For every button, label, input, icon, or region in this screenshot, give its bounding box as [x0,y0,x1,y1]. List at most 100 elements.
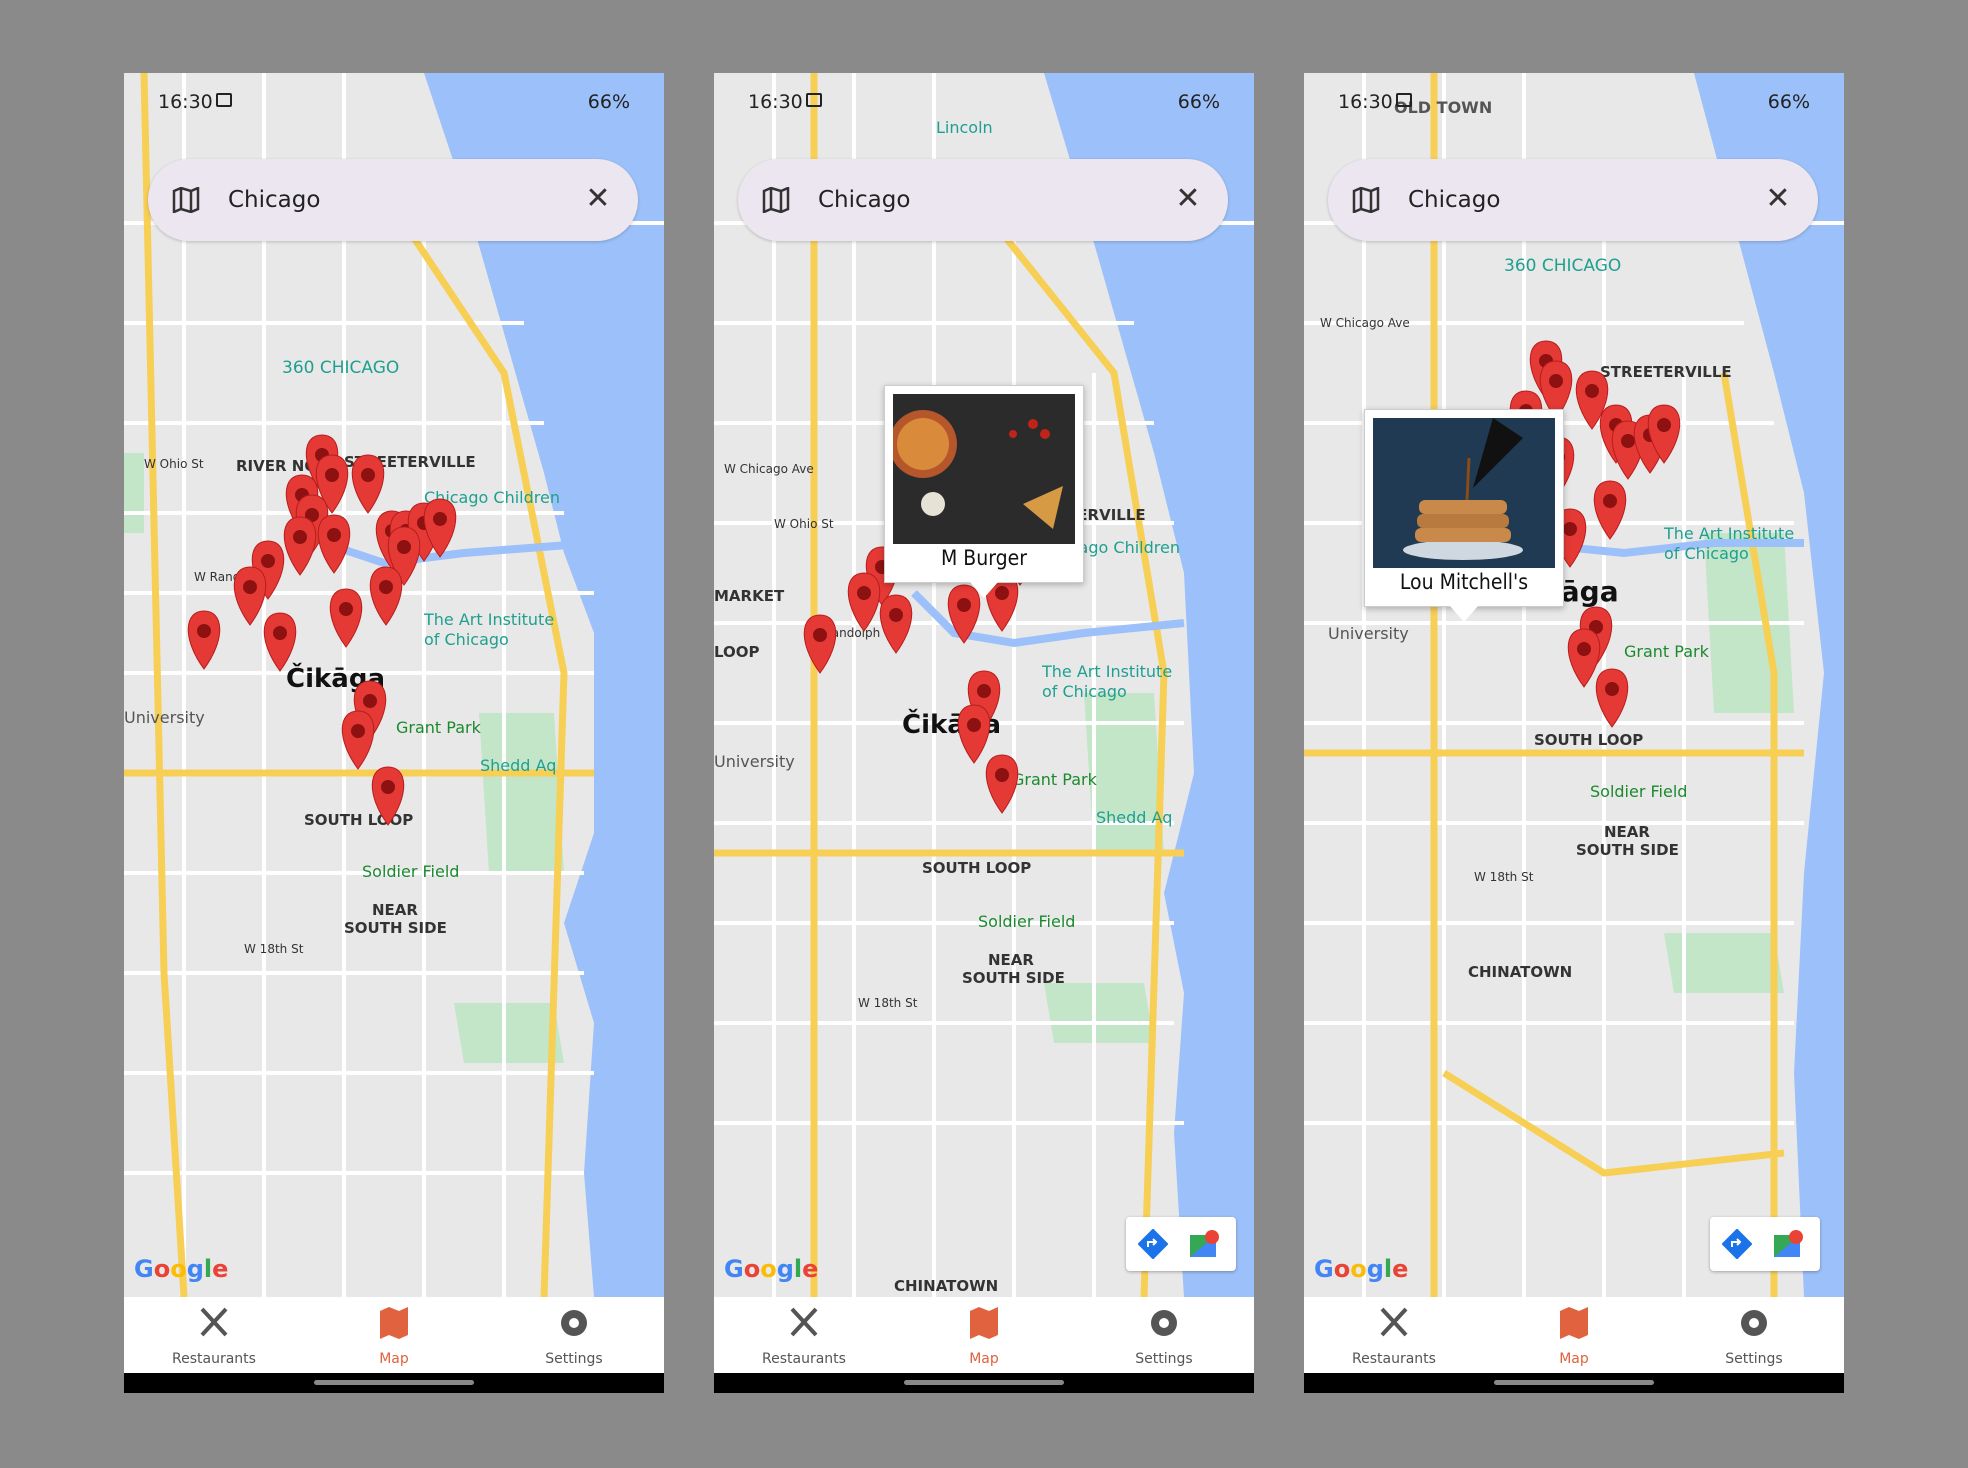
map-icon [172,187,200,213]
restaurant-name: M Burger [940,546,1028,570]
restaurant-popup[interactable]: M Burger [884,385,1084,598]
nav-restaurants[interactable]: Restaurants [1304,1297,1484,1373]
restaurant-pin-dot [351,724,365,738]
restaurant-pin-dot [397,540,411,554]
search-bar[interactable]: Chicago ✕ [148,159,638,241]
fork-knife-icon [790,1307,818,1337]
map-icon [1560,1307,1588,1339]
restaurant-image [1373,418,1555,568]
map-label-soldier-field: Soldier Field [362,862,459,881]
restaurant-pin-dot [1657,418,1671,432]
close-icon[interactable]: ✕ [1762,183,1794,215]
map-tools [1710,1217,1820,1271]
map-label-south-side: SOUTH SIDE [962,969,1065,987]
nav-settings[interactable]: Settings [484,1297,664,1373]
map-label-loop: LOOP [714,643,760,661]
search-label: Chicago [818,187,911,213]
map-label-university: University [1328,624,1409,643]
gear-icon [561,1310,587,1336]
map-label-grant-park: Grant Park [1012,770,1098,789]
close-icon[interactable]: ✕ [582,183,614,215]
status-time: 16:30 [1338,91,1393,113]
restaurant-pin-dot [379,580,393,594]
nav-label-settings: Settings [1135,1351,1193,1367]
close-icon[interactable]: ✕ [1172,183,1204,215]
map-label-university: University [124,708,205,727]
restaurant-pin-dot [889,608,903,622]
restaurant-pin-dot [363,694,377,708]
restaurant-pin-dot [327,528,341,542]
map-view[interactable]: OLD TOWN 360 CHICAGO W Chicago Ave STREE… [1304,73,1844,1297]
restaurant-pin-dot [433,512,447,526]
restaurant-pin-dot [957,598,971,612]
gear-icon [1741,1310,1767,1336]
map-label-shedd: Shedd Aq [480,756,556,775]
nav-map[interactable]: Map [304,1297,484,1373]
nav-label-map: Map [1559,1351,1589,1367]
map-label-chinatown: CHINATOWN [1468,963,1572,981]
nav-restaurants[interactable]: Restaurants [124,1297,304,1373]
nav-label-restaurants: Restaurants [172,1351,256,1367]
restaurant-pin-dot [339,602,353,616]
map-label-soldier-field: Soldier Field [1590,782,1687,801]
status-battery: 66% [1177,91,1220,113]
map-label-market: MARKET [714,587,785,605]
restaurant-popup[interactable]: Lou Mitchell's [1364,409,1564,622]
restaurant-pin-dot [857,586,871,600]
restaurant-name: Lou Mitchell's [1399,570,1529,594]
google-maps-icon[interactable] [1188,1227,1222,1261]
map-label-art-2: of Chicago [1664,544,1749,563]
nav-label-map: Map [969,1351,999,1367]
google-maps-icon[interactable] [1772,1227,1806,1261]
nav-settings[interactable]: Settings [1664,1297,1844,1373]
search-bar[interactable]: Chicago ✕ [1328,159,1818,241]
search-bar[interactable]: Chicago ✕ [738,159,1228,241]
map-label-soldier-field: Soldier Field [978,912,1075,931]
restaurant-pin-dot [293,530,307,544]
nav-label-settings: Settings [1725,1351,1783,1367]
nav-restaurants[interactable]: Restaurants [714,1297,894,1373]
directions-icon[interactable] [1138,1229,1168,1259]
phone-screen-2: Lincoln W Chicago Ave W Ohio St STREETER… [714,73,1254,1393]
nav-map[interactable]: Map [894,1297,1074,1373]
restaurant-pin-dot [381,780,395,794]
map-label-w-chicago: W Chicago Ave [724,462,814,476]
fork-knife-icon [1380,1307,1408,1337]
map-view[interactable]: Lincoln W Chicago Ave W Ohio St STREETER… [714,73,1254,1297]
restaurant-pin-dot [1577,642,1591,656]
nav-map[interactable]: Map [1484,1297,1664,1373]
status-battery: 66% [587,91,630,113]
map-label-art-2: of Chicago [1042,682,1127,701]
restaurant-pin-dot [1603,494,1617,508]
nav-label-settings: Settings [545,1351,603,1367]
map-label-shedd: Shedd Aq [1096,808,1172,827]
map-label-chinatown: CHINATOWN [894,1277,998,1295]
nav-settings[interactable]: Settings [1074,1297,1254,1373]
map-label-art-1: The Art Institute [1041,662,1172,681]
map-label-w-chicago: W Chicago Ave [1320,316,1410,330]
google-logo: Google [1314,1255,1409,1283]
directions-icon[interactable] [1722,1229,1752,1259]
restaurant-pin-dot [1585,384,1599,398]
nav-label-restaurants: Restaurants [762,1351,846,1367]
restaurant-pin-dot [197,624,211,638]
map-icon [380,1307,408,1339]
map-label-south-side: SOUTH SIDE [1576,841,1679,859]
gesture-bar [1304,1373,1844,1393]
bottom-nav: Restaurants Map Settings [1304,1297,1844,1373]
restaurant-pin-dot [1621,434,1635,448]
map-label-360: 360 CHICAGO [282,358,399,378]
status-battery: 66% [1767,91,1810,113]
map-label-grant-park: Grant Park [1624,642,1710,661]
bottom-nav: Restaurants Map Settings [124,1297,664,1373]
nav-label-map: Map [379,1351,409,1367]
map-view[interactable]: OLD TOWN 360 CHICAGO RIVER NO STREETERVI… [124,73,664,1297]
search-label: Chicago [1408,187,1501,213]
map-icon [762,187,790,213]
restaurant-pin-dot [243,580,257,594]
google-logo: Google [134,1255,229,1283]
map-label-near: NEAR [372,901,418,919]
status-bar: 16:30 66% [714,73,1254,133]
map-label-south-loop: SOUTH LOOP [304,811,413,829]
map-tools [1126,1217,1236,1271]
